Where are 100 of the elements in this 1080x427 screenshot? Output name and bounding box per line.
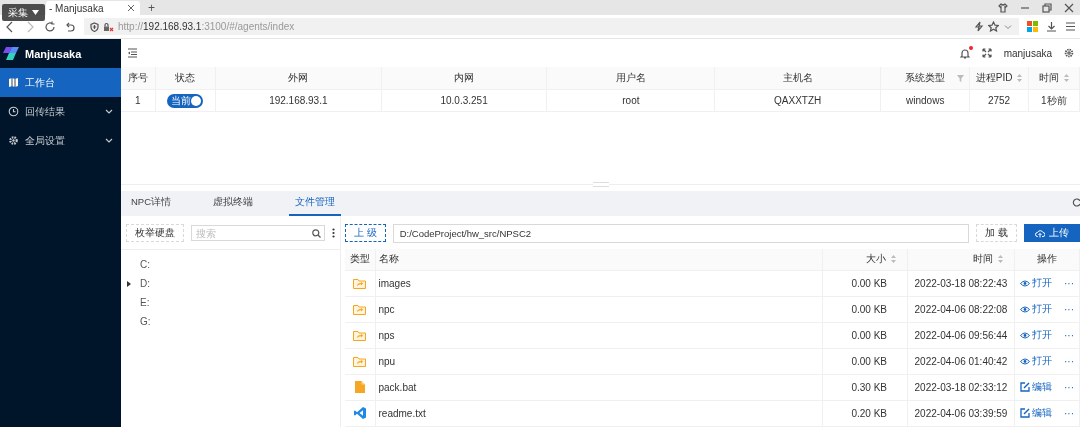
menu-icon[interactable] bbox=[1065, 21, 1076, 32]
tab[interactable]: 虚拟终端 bbox=[207, 191, 260, 216]
column-header: 进程PID bbox=[969, 67, 1029, 90]
refresh-icon[interactable] bbox=[1072, 197, 1080, 207]
caret-right-icon[interactable] bbox=[127, 280, 131, 287]
table-cell: 2022-04-06 09:56:44 bbox=[907, 322, 1015, 348]
column-header: 用户名 bbox=[546, 67, 715, 90]
table-cell: 2752 bbox=[969, 89, 1029, 112]
tab[interactable]: 文件管理 bbox=[289, 191, 342, 216]
more-button[interactable]: ··· bbox=[1064, 407, 1074, 419]
up-level-button[interactable]: 上 级 bbox=[345, 224, 386, 242]
fullscreen-icon[interactable] bbox=[981, 48, 992, 58]
lightning-icon[interactable] bbox=[974, 21, 984, 32]
more-button[interactable]: ··· bbox=[1064, 303, 1074, 315]
column-header: 主机名 bbox=[714, 67, 881, 90]
file-icon bbox=[354, 381, 365, 393]
table-cell: npu bbox=[375, 348, 823, 374]
edit-icon bbox=[1020, 408, 1030, 418]
column-header: 时间 bbox=[1028, 67, 1080, 90]
table-cell: 0.00 KB bbox=[822, 270, 908, 296]
table-cell: readme.txt bbox=[375, 400, 823, 426]
eye-icon bbox=[1020, 357, 1030, 365]
url-text: http://192.168.93.1:3100/#/agents/index bbox=[118, 21, 296, 32]
folder-icon bbox=[353, 329, 367, 341]
column-header: 时间 bbox=[907, 249, 1015, 270]
splitter-handle[interactable] bbox=[592, 182, 609, 187]
apps-grid-icon[interactable] bbox=[1027, 21, 1038, 32]
sidebar-item[interactable]: 回传结果 bbox=[0, 97, 121, 126]
chevron-down-icon bbox=[105, 137, 113, 144]
folder-icon bbox=[353, 303, 367, 315]
bell-icon[interactable] bbox=[959, 47, 970, 59]
table-cell: pack.bat bbox=[375, 374, 823, 400]
load-button[interactable]: 加 载 bbox=[976, 224, 1017, 242]
edit-link[interactable]: 编辑 bbox=[1020, 406, 1052, 420]
chevron-down-icon bbox=[105, 108, 113, 115]
eye-icon bbox=[1020, 331, 1030, 339]
table-cell: 192.168.93.1 bbox=[215, 89, 382, 112]
insecure-lock-icon bbox=[103, 21, 114, 32]
download-icon[interactable] bbox=[1046, 21, 1057, 32]
column-header: 状态 bbox=[155, 67, 216, 90]
brand-name: Manjusaka bbox=[25, 47, 82, 60]
more-button[interactable]: ··· bbox=[1064, 277, 1074, 289]
logo-icon bbox=[3, 46, 19, 61]
cloud-upload-icon bbox=[1035, 228, 1045, 238]
undo-icon[interactable] bbox=[64, 20, 76, 33]
shield-icon bbox=[90, 21, 99, 32]
table-cell: 1秒前 bbox=[1028, 89, 1080, 112]
new-tab-button[interactable]: + bbox=[148, 1, 155, 15]
column-header: 序号 bbox=[121, 67, 156, 90]
open-link[interactable]: 打开 bbox=[1020, 302, 1052, 316]
enumerate-disks-button[interactable]: 枚举硬盘 bbox=[126, 224, 184, 242]
table-cell: QAXXTZH bbox=[714, 89, 881, 112]
close-icon[interactable] bbox=[127, 4, 135, 12]
folder-icon bbox=[353, 277, 367, 289]
column-header: 类型 bbox=[345, 249, 375, 270]
table-cell: images bbox=[375, 270, 823, 296]
table-cell: 2022-03-18 02:33:12 bbox=[907, 374, 1015, 400]
column-header: 内网 bbox=[381, 67, 547, 90]
open-link[interactable]: 打开 bbox=[1020, 328, 1052, 342]
path-field[interactable]: D:/CodeProject/hw_src/NPSC2 bbox=[392, 223, 970, 243]
menu-fold-icon[interactable] bbox=[127, 48, 138, 58]
open-link[interactable]: 打开 bbox=[1020, 354, 1052, 368]
search-field[interactable]: 搜索 bbox=[191, 225, 325, 241]
table-cell: 0.00 KB bbox=[822, 348, 908, 374]
shirt-icon[interactable] bbox=[998, 2, 1008, 13]
address-bar[interactable]: http://192.168.93.1:3100/#/agents/index bbox=[84, 18, 1019, 35]
gear-icon bbox=[8, 135, 19, 146]
browser-tab[interactable]: - Manjusaka bbox=[46, 1, 140, 15]
drive-item[interactable]: G: bbox=[140, 316, 151, 327]
more-button[interactable]: ··· bbox=[1064, 381, 1074, 393]
restore-icon[interactable] bbox=[1042, 2, 1052, 13]
reload-icon[interactable] bbox=[44, 20, 56, 33]
drive-item[interactable]: C: bbox=[140, 259, 150, 270]
drive-item[interactable]: E: bbox=[140, 297, 150, 308]
table-cell: 10.0.3.251 bbox=[381, 89, 547, 112]
table-cell: windows bbox=[880, 89, 970, 112]
sidebar-item[interactable]: 全局设置 bbox=[0, 126, 121, 155]
code-editor-icon bbox=[353, 407, 366, 419]
more-button[interactable]: ··· bbox=[1064, 355, 1074, 367]
close-icon[interactable] bbox=[1064, 2, 1074, 13]
table-cell: 0.00 KB bbox=[822, 322, 908, 348]
clock-icon bbox=[8, 106, 19, 117]
collect-button[interactable]: 采集 bbox=[2, 4, 45, 21]
edit-icon bbox=[1020, 382, 1030, 392]
settings-icon[interactable] bbox=[1064, 48, 1074, 58]
edit-link[interactable]: 编辑 bbox=[1020, 380, 1052, 394]
upload-button[interactable]: 上传 bbox=[1024, 224, 1080, 242]
drive-item[interactable]: D: bbox=[140, 278, 150, 289]
tab[interactable]: NPC详情 bbox=[125, 191, 178, 216]
table-cell: npc bbox=[375, 296, 823, 322]
table-cell: 1 bbox=[121, 89, 156, 112]
status-switch[interactable]: 当前 bbox=[167, 93, 204, 108]
sidebar-item[interactable]: 工作台 bbox=[0, 68, 121, 97]
username[interactable]: manjusaka bbox=[1003, 47, 1052, 59]
star-icon[interactable] bbox=[988, 21, 999, 32]
table-cell: 2022-04-06 01:40:42 bbox=[907, 348, 1015, 374]
open-link[interactable]: 打开 bbox=[1020, 276, 1052, 290]
more-vertical-icon[interactable] bbox=[332, 228, 335, 238]
more-button[interactable]: ··· bbox=[1064, 329, 1074, 341]
column-header: 操作 bbox=[1014, 249, 1080, 270]
